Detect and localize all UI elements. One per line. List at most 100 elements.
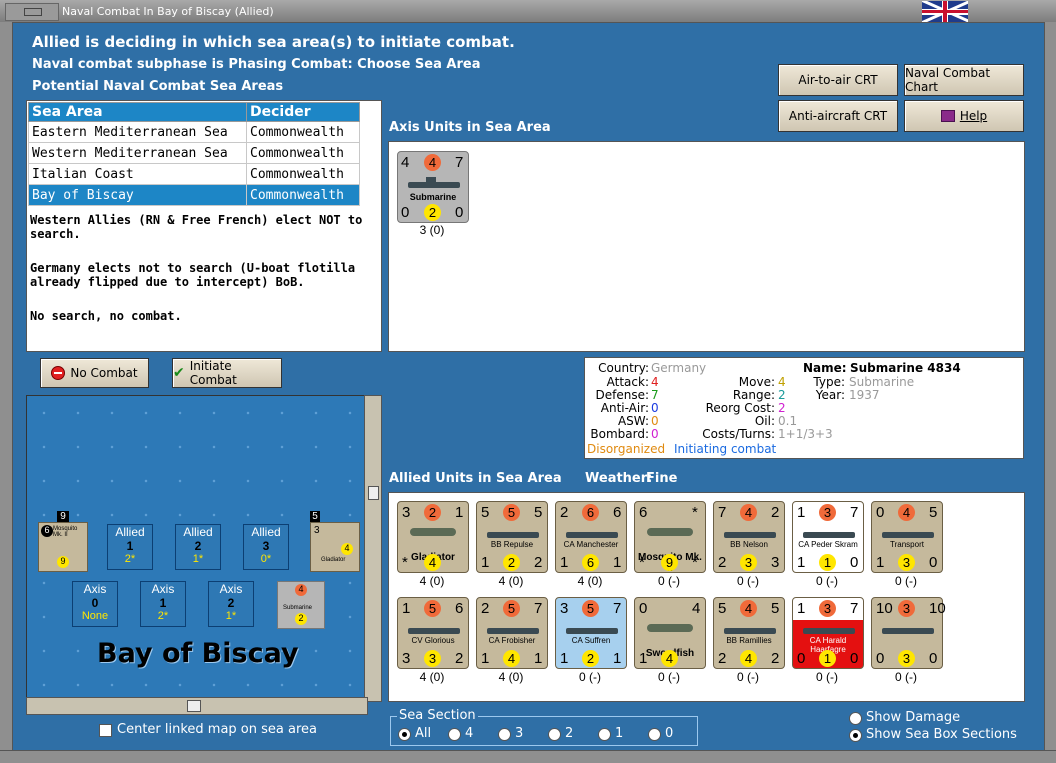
table-row[interactable]: Italian Coast Commonwealth (28, 163, 360, 185)
unit-counter[interactable]: 6*Mosquito Mk. II*9* (634, 501, 706, 574)
help-button[interactable]: Help (904, 100, 1024, 132)
axis-sea-box[interactable]: Axis 1 2* (140, 581, 186, 627)
sea-section-option-label: All (415, 726, 432, 741)
system-menu-button[interactable] (5, 3, 59, 21)
unit-caption: 0 (-) (737, 670, 759, 684)
counter-value: 4 (740, 650, 757, 667)
no-combat-label: No Combat (70, 366, 138, 380)
left-frame (0, 22, 13, 750)
help-label: Help (959, 109, 988, 123)
unit-counter[interactable]: 5 5 5 BB Repulse 1 2 2 (476, 501, 548, 573)
subphase-line: Naval combat subphase is Phasing Combat:… (32, 57, 481, 72)
sea-box-label: Axis (151, 582, 175, 596)
counter-value: 2 (481, 600, 490, 617)
counter-value: 6 (41, 525, 53, 537)
unit-counter[interactable]: 0 4 5 Transport 1 3 0 (871, 501, 943, 573)
counter-value: 6 (455, 600, 464, 617)
unit-caption: 4 (0) (498, 574, 524, 588)
sea-section-radio[interactable] (448, 728, 461, 741)
counter-name: Mosquito Mk. II (53, 526, 78, 538)
table-row[interactable]: Eastern Mediterranean Sea Commonwealth (28, 121, 360, 143)
counter-value: 4 (740, 504, 757, 521)
unit-counter[interactable]: 10 3 10 0 3 0 (871, 597, 946, 669)
counter-value: 1 (613, 650, 622, 667)
counter-value: 2 (295, 613, 307, 625)
ship-icon (724, 532, 776, 538)
unit-counter[interactable]: 137CA Harald Haarfagre010 (792, 597, 864, 669)
title-bar[interactable]: Naval Combat In Bay of Biscay (Allied) (0, 0, 1056, 23)
axis-sea-box[interactable]: Axis 0 None (72, 581, 118, 627)
sea-section-radio[interactable] (598, 728, 611, 741)
counter-value: 1 (455, 504, 464, 521)
decider-cell[interactable]: Commonwealth (246, 163, 360, 185)
counter-value: 2 (718, 650, 727, 667)
decider-cell[interactable]: Commonwealth (246, 121, 360, 143)
table-row[interactable]: Western Mediterranean Sea Commonwealth (28, 142, 360, 164)
unit-counter[interactable]: 04Swordfish14 (634, 597, 706, 669)
allied-sea-box[interactable]: Allied 1 2* (107, 524, 153, 570)
axis-sea-box[interactable]: Axis 2 1* (208, 581, 254, 627)
book-icon (940, 110, 955, 122)
show-sea-box-radio[interactable] (849, 729, 862, 742)
counter-value: 5 (582, 600, 599, 617)
checkmark-icon: ✔ (173, 365, 185, 381)
unit-counter-submarine[interactable]: 4 4 7 Submarine 0 2 0 (397, 151, 469, 223)
counter-name: CA Manchester (563, 540, 619, 549)
counter-value: 5 (534, 504, 543, 521)
allied-sea-box[interactable]: Allied 3 0* (243, 524, 289, 570)
linked-map[interactable]: Allied 1 2* Allied 2 1* Allied 3 0* Axis 0 None Axi… (26, 395, 368, 702)
allied-sea-box[interactable]: Allied 2 1* (175, 524, 221, 570)
unit-counter[interactable]: 2 5 7 CA Frobisher 1 4 1 (476, 597, 548, 669)
unit-counter[interactable]: 3 5 7 CA Suffren 1 2 1 (555, 597, 627, 669)
counter-value: 3 (740, 554, 757, 571)
unit-counter[interactable]: 321Gladiator*4 (397, 501, 469, 573)
col-decider[interactable]: Decider (246, 102, 360, 122)
union-jack-flag-icon (922, 1, 968, 22)
map-unit-gladiator[interactable]: 3 Gladiator 4 (310, 522, 360, 572)
show-damage-radio[interactable] (849, 712, 862, 725)
initiate-combat-button[interactable]: ✔ Initiate Combat (172, 358, 282, 388)
unit-counter[interactable]: 2 6 6 CA Manchester 1 6 1 (555, 501, 627, 573)
anti-aircraft-crt-button[interactable]: Anti-aircraft CRT (778, 100, 898, 132)
sea-area-cell[interactable]: Eastern Mediterranean Sea (28, 121, 247, 143)
unit-counter[interactable]: 7 4 2 BB Nelson 2 3 3 (713, 501, 785, 573)
submarine-icon (408, 182, 460, 188)
counter-name: CA Frobisher (488, 636, 536, 645)
counter-name: Submarine (409, 192, 457, 202)
ship-icon (803, 628, 855, 634)
counter-value: 3 (560, 600, 569, 617)
scroll-thumb[interactable] (368, 486, 379, 500)
scroll-thumb[interactable] (187, 700, 201, 712)
unit-counter[interactable]: 1 5 6 CV Glorious 3 3 2 (397, 597, 469, 669)
naval-combat-chart-button[interactable]: Naval Combat Chart (904, 64, 1024, 96)
info-label: ASW: (617, 414, 649, 428)
sea-area-cell[interactable]: Italian Coast (28, 163, 247, 185)
decider-cell[interactable]: Commonwealth (246, 184, 360, 206)
unit-caption: 0 (-) (895, 670, 917, 684)
sea-section-radio[interactable] (648, 728, 661, 741)
table-row-selected[interactable]: Bay of Biscay Commonwealth (28, 184, 360, 206)
info-costs: 1+1/3+3 (778, 427, 833, 441)
sea-section-radio[interactable] (398, 728, 411, 741)
counter-value: 3 (402, 650, 411, 667)
map-unit-submarine[interactable]: 4 Submarine 2 (277, 581, 325, 629)
unit-counter[interactable]: 1 3 7 CA Peder Skram 1 1 0 (792, 501, 864, 573)
decider-cell[interactable]: Commonwealth (246, 142, 360, 164)
unit-counter[interactable]: 5 4 5 BB Ramillies 2 4 2 (713, 597, 785, 669)
map-unit-mosquito[interactable]: 6 Mosquito Mk. II 9 (38, 522, 88, 572)
sea-section-radio[interactable] (548, 728, 561, 741)
air-to-air-crt-button[interactable]: Air-to-air CRT (778, 64, 898, 96)
window-frame: Naval Combat In Bay of Biscay (Allied) A… (0, 0, 1056, 763)
no-combat-button[interactable]: No Combat (40, 358, 149, 388)
sea-area-cell[interactable]: Bay of Biscay (28, 184, 247, 206)
sea-section-radio[interactable] (498, 728, 511, 741)
map-vertical-scrollbar[interactable] (364, 395, 382, 702)
map-horizontal-scrollbar[interactable] (26, 697, 368, 715)
col-sea-area[interactable]: Sea Area (28, 102, 247, 122)
sea-section-group: Sea Section All 4 3 2 1 0 (390, 708, 698, 746)
center-map-checkbox[interactable] (99, 724, 112, 737)
status-line: Allied is deciding in which sea area(s) … (32, 33, 515, 51)
unit-caption: 4 (0) (419, 670, 445, 684)
sea-area-cell[interactable]: Western Mediterranean Sea (28, 142, 247, 164)
counter-value: 1 (797, 504, 806, 521)
